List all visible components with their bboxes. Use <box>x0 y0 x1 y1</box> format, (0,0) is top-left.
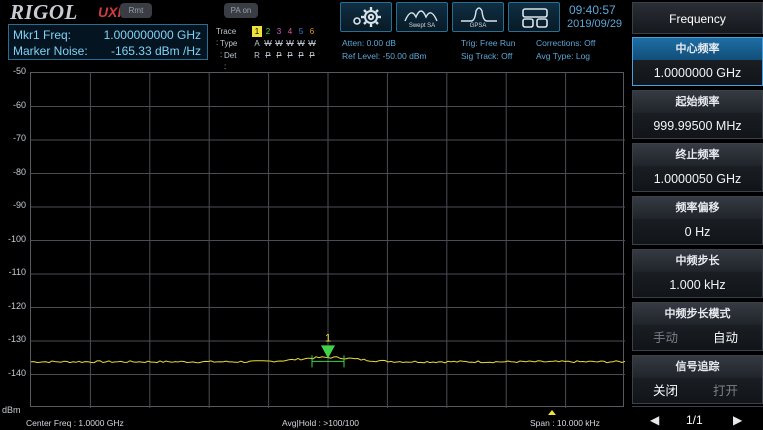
marker-noise-label: Marker Noise: <box>13 44 88 58</box>
marker-freq-label: Mkr1 Freq: <box>13 28 72 42</box>
top-status-bar: RIGOL UXI Rmt PA on Swept SA GPSA 09:40:… <box>0 0 630 71</box>
page-indicator: 1/1 <box>686 413 703 427</box>
stop-freq-key[interactable]: 终止频率 1.0000050 GHz <box>632 143 763 192</box>
brand-logo: RIGOL <box>10 0 78 24</box>
trace-det-cell[interactable]: P <box>296 50 306 61</box>
key-title: 中频步长 <box>633 250 762 272</box>
prev-page-arrow-icon[interactable]: ◀ <box>650 413 659 427</box>
marker-freq-value: 1.000000000 GHz <box>103 28 201 42</box>
spectrum-plot[interactable]: 1 <box>30 72 626 408</box>
corrections-status[interactable]: Corrections: Off <box>536 38 595 48</box>
key-value: 999.99500 MHz <box>653 119 742 133</box>
marker-1-label: 1 <box>325 332 331 344</box>
marker-readout[interactable]: Mkr1 Freq: 1.000000000 GHz Marker Noise:… <box>8 24 208 60</box>
window-layout-button[interactable] <box>508 2 560 32</box>
remote-indicator: Rmt <box>120 3 152 18</box>
trace-number-5[interactable]: 5 <box>296 26 306 37</box>
step-mode-manual-option[interactable]: 手动 <box>653 326 678 350</box>
key-title: 中心频率 <box>633 38 762 60</box>
key-title: 终止频率 <box>633 144 762 166</box>
det-row-label: Det : <box>224 51 237 71</box>
gpsa-button[interactable]: GPSA <box>452 2 504 32</box>
cf-step-mode-key[interactable]: 中频步长模式 手动 自动 <box>632 302 763 351</box>
span-marker-icon <box>548 410 556 415</box>
step-mode-auto-option[interactable]: 自动 <box>713 326 738 350</box>
trigger-status[interactable]: Trig: Free Run <box>461 38 515 48</box>
y-tick-label: -50 <box>12 66 26 76</box>
signal-track-off-option[interactable]: 关闭 <box>653 379 678 403</box>
y-tick-label: -130 <box>7 334 26 344</box>
key-title: 信号追踪 <box>633 356 762 378</box>
trace-number-1[interactable]: 1 <box>252 26 262 37</box>
key-value: 1.000 kHz <box>669 278 726 292</box>
y-tick-label: -90 <box>12 200 26 210</box>
trace-type-cell[interactable]: W <box>307 38 317 49</box>
marker-noise-value: -165.33 dBm /Hz <box>110 44 201 58</box>
gpsa-icon <box>461 7 497 22</box>
trace-type-cell[interactable]: W <box>274 38 284 49</box>
key-value: 1.0000050 GHz <box>653 172 742 186</box>
center-freq-readout[interactable]: Center Freq : 1.0000 GHz <box>26 418 124 428</box>
next-page-arrow-icon[interactable]: ▶ <box>733 413 742 427</box>
y-tick-label: -80 <box>12 166 26 177</box>
trace-det-cell[interactable]: P <box>285 50 295 61</box>
center-freq-key[interactable]: 中心频率 1.0000000 GHz <box>632 37 763 86</box>
avg-type-status[interactable]: Avg Type: Log <box>536 51 590 61</box>
clock-time: 09:40:57 <box>569 3 616 17</box>
avg-hold-readout[interactable]: Avg|Hold : >100/100 <box>282 418 359 428</box>
signal-track-key[interactable]: 信号追踪 关闭 打开 <box>632 355 763 404</box>
y-axis-unit: dBm <box>2 405 21 415</box>
spectrum-graticule: 1 <box>30 73 626 408</box>
y-tick-label: -120 <box>7 300 26 311</box>
swept-sa-label: Swept SA <box>408 23 436 29</box>
preamp-indicator: PA on <box>224 3 258 18</box>
trace-type-cell[interactable]: W <box>263 38 273 49</box>
y-tick-label: -100 <box>7 233 26 244</box>
signal-track-on-option[interactable]: 打开 <box>713 379 738 403</box>
key-value: 0 Hz <box>684 225 711 239</box>
layout-icon <box>522 8 548 28</box>
cf-step-key[interactable]: 中频步长 1.000 kHz <box>632 249 763 298</box>
trace-det-cell[interactable]: P <box>263 50 273 61</box>
trace-table[interactable]: Trace : 123456 Type : AWWWWW Det : RPPPP… <box>214 24 326 71</box>
ref-level-status[interactable]: Ref Level: -50.00 dBm <box>342 51 427 61</box>
gear-icon <box>353 7 381 27</box>
system-settings-button[interactable] <box>340 2 392 32</box>
key-title: 频率偏移 <box>633 197 762 219</box>
trace-type-cell[interactable]: W <box>296 38 306 49</box>
y-tick-label: -110 <box>8 267 26 277</box>
trace-type-cell[interactable]: W <box>285 38 295 49</box>
brand-sublogo: UXI <box>98 4 122 20</box>
trace-number-4[interactable]: 4 <box>285 26 295 37</box>
span-readout[interactable]: Span : 10.000 kHz <box>530 418 600 428</box>
trace-det-cell[interactable]: P <box>307 50 317 61</box>
swept-sa-button[interactable]: Swept SA <box>396 2 448 32</box>
y-tick-label: -140 <box>7 367 26 378</box>
y-tick-label: -60 <box>12 99 26 110</box>
gpsa-label: GPSA <box>469 23 487 29</box>
trace-det-cell[interactable]: P <box>274 50 284 61</box>
start-freq-key[interactable]: 起始频率 999.99500 MHz <box>632 90 763 139</box>
signal-track-status[interactable]: Sig Track: Off <box>461 51 512 61</box>
atten-status[interactable]: Atten: 0.00 dB <box>342 38 396 48</box>
trace-number-3[interactable]: 3 <box>274 26 284 37</box>
clock-date: 2019/09/29 <box>567 18 623 30</box>
trace-number-2[interactable]: 2 <box>263 26 273 37</box>
trace-number-6[interactable]: 6 <box>307 26 317 37</box>
page-navigator: ◀ 1/1 ▶ <box>632 406 763 430</box>
swept-sa-icon <box>404 10 438 22</box>
softkey-panel: Frequency 中心频率 1.0000000 GHz 起始频率 999.99… <box>632 0 763 430</box>
key-title: 中频步长模式 <box>633 303 762 325</box>
trace-type-cell[interactable]: A <box>252 38 262 49</box>
key-title: 起始频率 <box>633 91 762 113</box>
marker-1-triangle-icon <box>321 345 335 359</box>
trace-det-cell[interactable]: R <box>252 50 262 61</box>
freq-offset-key[interactable]: 频率偏移 0 Hz <box>632 196 763 245</box>
key-value: 1.0000000 GHz <box>653 66 742 80</box>
y-tick-label: -70 <box>12 133 26 143</box>
panel-title: Frequency <box>632 2 763 34</box>
